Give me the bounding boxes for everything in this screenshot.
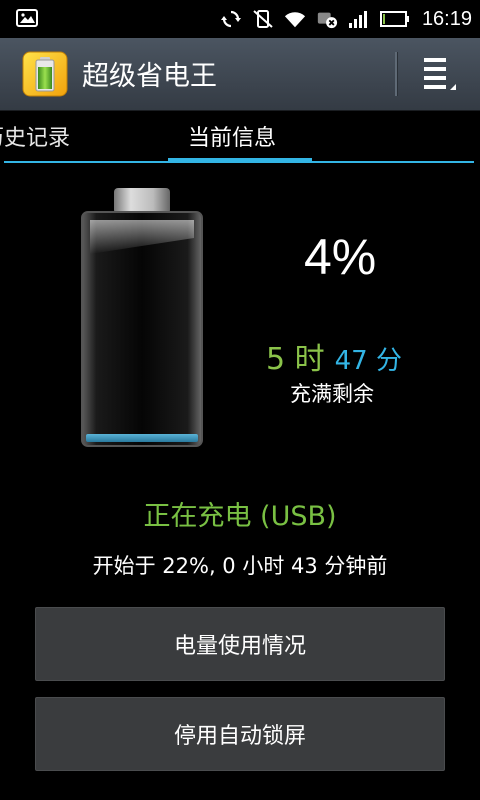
status-time: 16:19: [421, 7, 472, 30]
battery-app-icon[interactable]: [22, 51, 68, 97]
menu-icon: [424, 58, 456, 90]
battery-level-fill: [86, 434, 198, 442]
menu-button[interactable]: [414, 52, 466, 98]
sync-icon: [220, 9, 242, 29]
battery-usage-button[interactable]: 电量使用情况: [35, 607, 445, 681]
charging-started-info: 开始于 22%, 0 小时 43 分钟前: [92, 554, 388, 578]
time-remaining-minutes: 47 分: [334, 346, 402, 376]
battery-icon: [379, 9, 410, 29]
tab-current-info[interactable]: 当前信息: [188, 120, 276, 152]
charging-status: 正在充电 (USB): [143, 501, 337, 532]
action-bar: 超级省电王: [0, 38, 480, 111]
battery-percent: 4%: [304, 229, 377, 285]
tab-bar: 历史记录 当前信息: [0, 110, 480, 164]
time-remaining-label: 充满剩余: [290, 382, 374, 406]
usb-storage-icon: [316, 9, 338, 29]
time-remaining: 5 时 47 分: [266, 334, 402, 378]
status-bar: 16:19: [0, 0, 480, 38]
vibrate-silent-icon: [252, 9, 274, 29]
app-title: 超级省电王: [82, 61, 217, 92]
disable-auto-lock-button[interactable]: 停用自动锁屏: [35, 697, 445, 771]
signal-icon: [348, 9, 370, 29]
time-remaining-hours: 5 时: [266, 342, 325, 377]
action-bar-divider: [395, 52, 397, 96]
image-icon: [16, 9, 38, 31]
battery-graphic: [78, 186, 206, 448]
wifi-icon: [284, 9, 306, 29]
tab-history[interactable]: 历史记录: [0, 120, 70, 152]
tab-divider: [4, 161, 474, 163]
